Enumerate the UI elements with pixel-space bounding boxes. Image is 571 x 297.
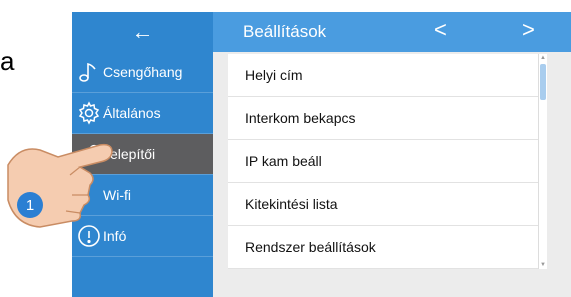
settings-content: Helyi cím Interkom bekapcs IP kam beáll … [213,52,571,297]
header-bar: Beállítások < > [213,12,571,52]
scrollbar[interactable]: ▲ ▼ [538,54,547,269]
music-note-icon [77,60,101,84]
callout-number: 1 [26,197,34,214]
sidebar-item-csengohang[interactable]: Csengőhang [72,52,213,93]
list-item[interactable]: Helyi cím [228,54,538,97]
next-page-button[interactable]: > [522,17,535,43]
list-item[interactable]: IP kam beáll [228,140,538,183]
list-item[interactable]: Rendszer beállítások [228,226,538,269]
pointing-hand-illustration: 1 [7,143,113,228]
list-item[interactable]: Interkom bekapcs [228,97,538,140]
scroll-down-icon[interactable]: ▼ [539,261,547,269]
scroll-thumb[interactable] [540,64,546,100]
list-item[interactable]: Kitekintési lista [228,183,538,226]
sidebar-item-label: Csengőhang [103,64,183,80]
back-arrow-icon: ← [131,19,154,44]
prev-page-button[interactable]: < [434,17,447,43]
page-title: Beállítások [243,22,327,41]
device-screen: ← Csengőhang Általános Telepítői Wi-fi I… [72,12,571,297]
back-button[interactable]: ← [72,12,213,52]
settings-list: Helyi cím Interkom bekapcs IP kam beáll … [228,54,538,269]
scroll-up-icon[interactable]: ▲ [539,54,547,62]
margin-letter: a [0,46,15,76]
